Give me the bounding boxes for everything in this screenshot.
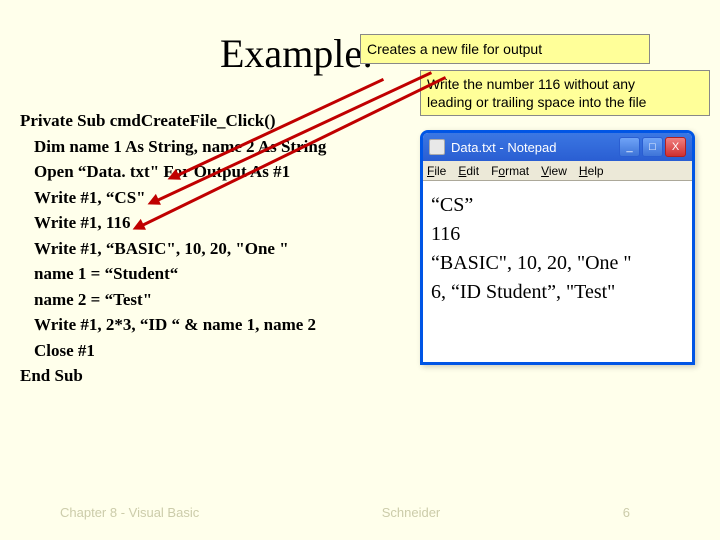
minimize-button[interactable]: _ — [619, 137, 640, 157]
slide-footer: Chapter 8 - Visual Basic Schneider 6 — [0, 505, 720, 520]
footer-center: Schneider — [382, 505, 441, 520]
menu-file[interactable]: File — [427, 164, 446, 178]
footer-page: 6 — [623, 505, 630, 520]
notepad-titlebar: Data.txt - Notepad _ □ X — [423, 133, 692, 161]
code-line: Close #1 — [20, 338, 410, 364]
code-line: Write #1, 2*3, “ID “ & name 1, name 2 — [20, 312, 410, 338]
callout-write-number: Write the number 116 without any leading… — [420, 70, 710, 116]
code-block: Private Sub cmdCreateFile_Click() Dim na… — [20, 108, 410, 389]
code-line: End Sub — [20, 363, 410, 389]
output-line: 6, “ID Student”, "Test" — [431, 278, 684, 307]
notepad-icon — [429, 139, 445, 155]
notepad-window: Data.txt - Notepad _ □ X File Edit Forma… — [420, 130, 695, 365]
menu-view[interactable]: View — [541, 164, 567, 178]
menu-edit[interactable]: Edit — [458, 164, 479, 178]
notepad-title-text: Data.txt - Notepad — [451, 140, 557, 155]
output-line: 116 — [431, 220, 684, 249]
callout-line2: leading or trailing space into the file — [427, 93, 703, 111]
code-line: Write #1, “BASIC", 10, 20, "One " — [20, 236, 410, 262]
output-line: “BASIC", 10, 20, "One " — [431, 249, 684, 278]
menu-format[interactable]: Format — [491, 164, 529, 178]
code-line: name 1 = “Student“ — [20, 261, 410, 287]
menu-help[interactable]: Help — [579, 164, 604, 178]
maximize-button[interactable]: □ — [642, 137, 663, 157]
notepad-body: “CS” 116 “BASIC", 10, 20, "One " 6, “ID … — [423, 181, 692, 317]
callout-line1: Write the number 116 without any — [427, 75, 703, 93]
code-line: name 2 = “Test" — [20, 287, 410, 313]
notepad-menubar: File Edit Format View Help — [423, 161, 692, 181]
close-button[interactable]: X — [665, 137, 686, 157]
output-line: “CS” — [431, 191, 684, 220]
callout-creates-file: Creates a new file for output — [360, 34, 650, 64]
code-line: Write #1, 116 — [20, 210, 410, 236]
slide-title: Example: — [220, 30, 373, 77]
footer-left: Chapter 8 - Visual Basic — [60, 505, 199, 520]
